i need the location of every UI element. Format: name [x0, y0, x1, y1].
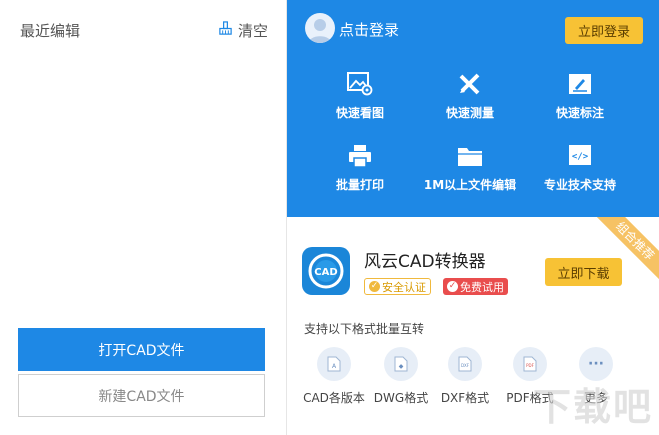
code-tag-icon: </>	[569, 145, 591, 165]
app-name: 风云CAD转换器	[364, 252, 486, 272]
image-view-icon	[347, 72, 373, 96]
user-icon	[309, 19, 331, 43]
download-button[interactable]: 立即下载	[545, 258, 622, 286]
account-feature-panel: 点击登录 立即登录 快速看图 快速测量 快速标注 批量打印 1M以上文件编辑 <…	[287, 0, 659, 217]
feature-large-file-edit[interactable]: 1M以上文件编辑	[415, 144, 525, 193]
printer-icon	[349, 145, 371, 168]
file-icon: A	[317, 347, 351, 381]
svg-text:PDF: PDF	[526, 363, 534, 368]
measure-tools-icon	[459, 73, 480, 95]
check-icon: ✓	[369, 281, 380, 292]
feature-quick-annotate[interactable]: 快速标注	[525, 72, 635, 121]
open-cad-file-button[interactable]: 打开CAD文件	[18, 328, 265, 371]
svg-text:◆: ◆	[399, 363, 404, 370]
format-label: CAD各版本	[303, 391, 365, 405]
feature-batch-print[interactable]: 批量打印	[305, 144, 415, 193]
feature-quick-measure[interactable]: 快速测量	[415, 72, 525, 121]
watermark: 下载吧	[532, 385, 653, 429]
free-badge-label: 免费试用	[460, 280, 504, 294]
login-button[interactable]: 立即登录	[565, 17, 643, 44]
clear-label: 清空	[237, 22, 268, 40]
annotate-icon	[569, 74, 591, 94]
feature-label: 专业技术支持	[543, 178, 616, 192]
feature-label: 快速测量	[445, 106, 494, 120]
broom-icon	[218, 21, 233, 40]
app-logo-text: CAD	[314, 267, 337, 278]
feature-label: 快速看图	[335, 106, 384, 120]
format-dxf[interactable]: DXF DXF格式	[430, 347, 500, 406]
feature-label: 批量打印	[335, 178, 384, 192]
login-link[interactable]: 点击登录	[339, 19, 399, 40]
promo-block: 组合推荐 CAD 风云CAD转换器 ✓ 安全认证 ✓ 免费试用 立即下载 支持以…	[287, 217, 659, 435]
folder-icon	[458, 148, 482, 166]
safe-badge: ✓ 安全认证	[364, 278, 431, 295]
feature-quick-view[interactable]: 快速看图	[305, 72, 415, 121]
format-label: DXF格式	[440, 391, 490, 405]
new-cad-file-button[interactable]: 新建CAD文件	[18, 374, 265, 417]
recent-edits-title: 最近编辑	[20, 22, 81, 40]
app-logo-icon: CAD	[302, 247, 350, 295]
format-cad-versions[interactable]: A CAD各版本	[299, 347, 369, 406]
format-dwg[interactable]: ◆ DWG格式	[366, 347, 436, 406]
free-trial-badge: ✓ 免费试用	[443, 278, 508, 295]
clear-button[interactable]: 清空	[218, 20, 268, 41]
support-formats-text: 支持以下格式批量互转	[304, 322, 425, 336]
feature-tech-support[interactable]: </> 专业技术支持	[525, 144, 635, 193]
svg-text:</>: </>	[572, 152, 589, 162]
file-icon: ◆	[384, 347, 418, 381]
svg-text:DXF: DXF	[461, 363, 470, 368]
avatar[interactable]	[305, 13, 335, 43]
feature-label: 1M以上文件编辑	[423, 178, 517, 192]
recent-files-panel: 最近编辑 清空 打开CAD文件 新建CAD文件	[0, 0, 287, 435]
feature-label: 快速标注	[555, 106, 604, 120]
check-icon: ✓	[447, 281, 458, 292]
safe-badge-label: 安全认证	[382, 280, 426, 294]
file-icon: DXF	[448, 347, 482, 381]
format-label: DWG格式	[373, 391, 429, 405]
